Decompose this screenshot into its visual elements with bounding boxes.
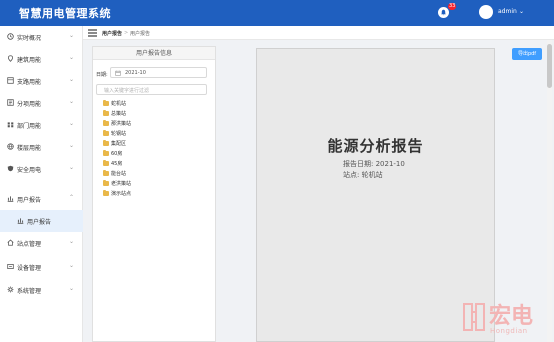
clock-icon — [7, 33, 14, 40]
sidebar-item-category[interactable]: 分项用能 ⌄ — [0, 92, 83, 114]
sidebar-item-building[interactable]: 建筑用能 ⌄ — [0, 48, 83, 70]
branch-box-icon — [7, 77, 14, 84]
panel-title: 用户报告信息 — [93, 47, 215, 60]
chevron-down-icon: ⌄ — [69, 238, 75, 245]
sidebar-item-label: 建筑用能 — [17, 57, 42, 64]
folder-icon — [103, 190, 109, 196]
sidebar-subitem-user-report[interactable]: 用户报告 — [0, 210, 83, 232]
device-icon — [7, 264, 14, 269]
chevron-down-icon: ⌄ — [69, 32, 75, 39]
report-icon — [7, 196, 14, 202]
scrollbar-thumb[interactable] — [547, 44, 552, 88]
sidebar-item-site[interactable]: 站点管理 ⌄ — [0, 232, 83, 254]
sidebar-item-safety[interactable]: 安全用电 ⌄ — [0, 158, 83, 180]
sidebar-item-device[interactable]: 设备管理 ⌄ — [0, 256, 83, 278]
report-site: 站点: 轮机站 — [343, 171, 383, 179]
app-title: 智慧用电管理系统 — [19, 7, 111, 20]
shield-icon — [7, 165, 14, 172]
user-avatar[interactable] — [479, 5, 493, 19]
top-header: 智慧用电管理系统 33 admin ⌄ — [0, 0, 554, 26]
user-name[interactable]: admin — [498, 8, 517, 15]
folder-icon — [103, 140, 109, 146]
chevron-down-icon[interactable]: ⌄ — [519, 8, 524, 15]
sidebar: 实时概况 ⌄ 建筑用能 ⌄ 支路用能 ⌄ 分项用能 ⌄ 部门用能 ⌄ 楼层用能 … — [0, 26, 83, 342]
gear-icon — [7, 286, 14, 293]
folder-icon — [103, 120, 109, 126]
breadcrumb-item: 用户报告 — [130, 31, 151, 37]
chevron-down-icon: ⌄ — [69, 142, 75, 149]
report-info-panel: 用户报告信息 日期: 2021-10 输入关键字进行过滤 蛇机站 总策站 那洪策… — [92, 46, 216, 342]
sidebar-item-label: 分项用能 — [17, 101, 42, 108]
sidebar-item-department[interactable]: 部门用能 ⌄ — [0, 114, 83, 136]
folder-icon — [103, 180, 109, 186]
folder-icon — [103, 110, 109, 116]
department-icon — [7, 122, 14, 128]
chevron-down-icon: ⌄ — [69, 285, 75, 292]
sidebar-subitem-label: 用户报告 — [27, 219, 52, 226]
sidebar-item-label: 部门用能 — [17, 123, 42, 130]
chevron-down-icon: ⌄ — [69, 98, 75, 105]
globe-icon — [7, 143, 14, 150]
date-picker[interactable]: 2021-10 — [110, 67, 207, 78]
brand-watermark: 宏电 Hongdian — [462, 298, 550, 340]
keyword-filter-input[interactable]: 输入关键字进行过滤 — [96, 84, 207, 95]
sidebar-item-label: 用户报告 — [17, 197, 42, 204]
sidebar-item-label: 设备管理 — [17, 265, 42, 272]
folder-icon — [103, 100, 109, 106]
sidebar-item-label: 楼层用能 — [17, 145, 42, 152]
breadcrumb: 用户报告 > 用户报告 — [83, 26, 554, 40]
date-value: 2021-10 — [125, 70, 146, 76]
sidebar-item-user-report[interactable]: 用户报告 ⌃ — [0, 188, 83, 210]
sidebar-item-label: 支路用能 — [17, 79, 42, 86]
menu-toggle-icon[interactable] — [88, 29, 97, 37]
sidebar-item-label: 系统管理 — [17, 288, 42, 295]
report-title: 能源分析报告 — [327, 137, 424, 155]
page-scrollbar[interactable] — [547, 40, 552, 342]
sidebar-item-system[interactable]: 系统管理 ⌄ — [0, 279, 83, 301]
category-box-icon — [7, 99, 14, 106]
folder-icon — [103, 170, 109, 176]
breadcrumb-separator: > — [124, 30, 129, 36]
calendar-icon — [115, 70, 121, 76]
brand-name: 宏电 — [489, 303, 534, 329]
chevron-down-icon: ⌄ — [69, 164, 75, 171]
folder-icon — [103, 160, 109, 166]
home-icon — [7, 239, 14, 246]
chevron-down-icon: ⌄ — [69, 76, 75, 83]
chevron-up-icon: ⌃ — [69, 194, 75, 201]
hongdian-logo-icon — [463, 303, 485, 331]
sidebar-item-label: 安全用电 — [17, 167, 42, 174]
folder-icon — [103, 130, 109, 136]
notification-badge: 33 — [448, 3, 457, 10]
sidebar-item-floor[interactable]: 楼层用能 ⌄ — [0, 136, 83, 158]
sidebar-item-realtime[interactable]: 实时概况 ⌄ — [0, 26, 83, 48]
sidebar-item-label: 站点管理 — [17, 241, 42, 248]
folder-icon — [103, 150, 109, 156]
keyword-filter-placeholder: 输入关键字进行过滤 — [104, 88, 150, 94]
report-preview: 能源分析报告 报告日期: 2021-10 站点: 轮机站 — [256, 48, 495, 342]
export-pdf-button[interactable]: 导出pdf — [512, 48, 542, 60]
breadcrumb-item[interactable]: 用户报告 — [102, 30, 122, 37]
chevron-down-icon: ⌄ — [69, 120, 75, 127]
location-pin-icon — [8, 55, 13, 62]
report-icon — [17, 218, 24, 224]
chevron-down-icon: ⌄ — [69, 54, 75, 61]
notification-bell-icon[interactable] — [438, 7, 449, 18]
date-label: 日期: — [96, 72, 108, 78]
brand-subtitle: Hongdian — [490, 327, 528, 335]
chevron-down-icon: ⌄ — [69, 262, 75, 269]
sidebar-item-branch[interactable]: 支路用能 ⌄ — [0, 70, 83, 92]
report-date: 报告日期: 2021-10 — [343, 160, 405, 168]
sidebar-item-label: 实时概况 — [17, 35, 42, 42]
